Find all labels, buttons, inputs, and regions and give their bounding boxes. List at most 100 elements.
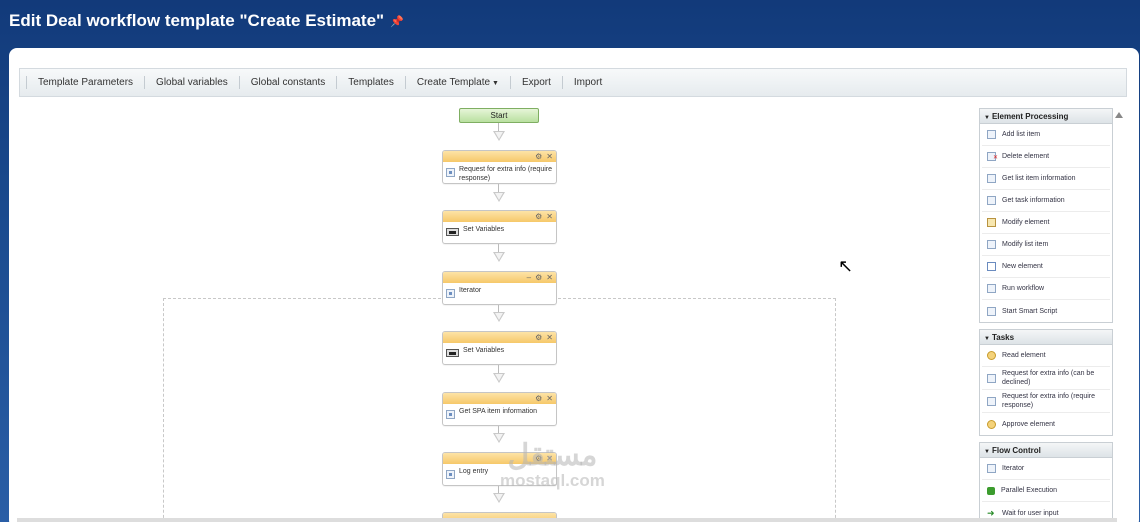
group-flow-control: ▼ Flow Control Iterator Parallel Executio… (979, 442, 1113, 522)
group-element-processing: ▼Element Processing Add list item Delete… (979, 108, 1113, 323)
workflow-block-iterator[interactable]: – ⚙ ✕ Iterator (442, 271, 557, 305)
list-icon (987, 240, 996, 249)
block-label: Set Variables (463, 226, 505, 233)
page-title-text: Edit Deal workflow template "Create Esti… (9, 11, 385, 30)
activity-item[interactable]: Get task information (982, 190, 1110, 212)
close-icon[interactable]: ✕ (546, 394, 553, 403)
arrow-down-icon (493, 192, 505, 202)
activity-item[interactable]: Run workflow (982, 278, 1110, 300)
start-node[interactable]: Start (459, 108, 539, 123)
activity-item[interactable]: Read element (982, 345, 1110, 367)
activity-item[interactable]: Request for extra info (can be declined) (982, 367, 1110, 390)
activity-item[interactable]: Start Smart Script (982, 300, 1110, 322)
arrow-right-icon: ➜ (987, 507, 995, 518)
create-template-label: Create Template (416, 77, 491, 88)
activity-item[interactable]: Delete element (982, 146, 1110, 168)
export-button[interactable]: Export (509, 76, 562, 89)
block-label: Set Variables (463, 347, 505, 354)
activity-label: Get list item information (1002, 175, 1076, 182)
activity-icon (446, 168, 455, 177)
close-icon[interactable]: ✕ (546, 333, 553, 342)
iterator-icon (446, 289, 455, 298)
activity-item[interactable]: Modify element (982, 212, 1110, 234)
edit-icon (987, 218, 996, 227)
global-constants-button[interactable]: Global constants (238, 76, 337, 89)
group-title: Element Processing (991, 112, 1069, 121)
block-label: Request for extra info (require response… (459, 166, 552, 182)
create-template-button[interactable]: Create Template ▼ (404, 76, 510, 89)
workflow-block-set-variables-2[interactable]: ⚙ ✕ Set Variables (442, 331, 557, 365)
activity-label: Parallel Execution (1001, 487, 1058, 494)
activity-label: Iterator (1002, 465, 1025, 472)
scroll-up-icon[interactable] (1115, 112, 1123, 118)
group-header[interactable]: ▼ Flow Control (980, 443, 1112, 458)
settings-icon[interactable]: ⚙ (535, 333, 542, 342)
template-parameters-button[interactable]: Template Parameters (26, 76, 144, 89)
activity-label: Modify list item (1002, 241, 1049, 248)
close-icon[interactable]: ✕ (546, 273, 553, 282)
activity-item[interactable]: Approve element (982, 413, 1110, 435)
watermark: مستقل mostaql.com (500, 440, 605, 490)
block-header: ⚙ ✕ (443, 332, 556, 343)
list-icon (987, 130, 996, 139)
arrow-down-icon (493, 373, 505, 383)
settings-icon[interactable]: ⚙ (535, 212, 542, 221)
block-label: Log entry (459, 468, 489, 475)
activity-item[interactable]: New element (982, 256, 1110, 278)
watermark-latin: mostaql.com (500, 471, 605, 490)
activity-item[interactable]: Get list item information (982, 168, 1110, 190)
activity-label: Add list item (1002, 131, 1041, 138)
arrow-down-icon (493, 312, 505, 322)
close-icon[interactable]: ✕ (546, 212, 553, 221)
group-header[interactable]: ▼ Element Processing (980, 109, 1112, 124)
activity-label: Delete element (1002, 153, 1050, 160)
caret-down-icon: ▼ (492, 80, 499, 87)
activity-icon (446, 410, 455, 419)
group-title: Flow Control (991, 446, 1041, 455)
watermark-arabic: مستقل (507, 439, 598, 472)
approve-icon (987, 419, 996, 429)
task-icon (987, 196, 996, 205)
arrow-down-icon (493, 252, 505, 262)
close-icon[interactable]: ✕ (546, 152, 553, 161)
pin-icon[interactable]: 📌 (390, 15, 404, 28)
activity-label: Request for extra info (can be declined) (1002, 370, 1095, 386)
global-variables-button[interactable]: Global variables (144, 76, 239, 89)
activity-item[interactable]: Iterator (982, 458, 1110, 480)
horizontal-scrollbar[interactable] (17, 518, 1117, 522)
block-header: ⚙ ✕ (443, 211, 556, 222)
activity-icon (446, 470, 455, 479)
activity-label: Approve element (1002, 420, 1055, 428)
delete-icon (987, 152, 998, 163)
block-header: – ⚙ ✕ (443, 272, 556, 283)
minimize-icon[interactable]: – (527, 273, 531, 282)
activity-item[interactable]: Add list item (982, 124, 1110, 146)
run-icon (987, 284, 996, 293)
activity-item[interactable]: Parallel Execution (982, 480, 1110, 502)
activity-item[interactable]: Request for extra info (require response… (982, 390, 1110, 413)
activity-item[interactable]: Modify list item (982, 234, 1110, 256)
settings-icon[interactable]: ⚙ (535, 152, 542, 161)
request-icon (987, 373, 996, 383)
import-button[interactable]: Import (561, 76, 613, 89)
new-document-icon (987, 262, 996, 271)
arrow-down-icon (493, 493, 505, 503)
workflow-block-request-extra-info[interactable]: ⚙ ✕ Request for extra info (require resp… (442, 150, 557, 184)
triangle-down-icon: ▼ (984, 449, 990, 455)
group-header[interactable]: ▼ Tasks (980, 330, 1112, 345)
mouse-cursor-icon: ↖ (838, 256, 854, 276)
activity-label: Start Smart Script (1002, 307, 1058, 315)
triangle-down-icon: ▼ (984, 115, 990, 121)
settings-icon[interactable]: ⚙ (535, 273, 542, 282)
settings-icon[interactable]: ⚙ (535, 394, 542, 403)
workflow-block-set-variables[interactable]: ⚙ ✕ Set Variables (442, 210, 557, 244)
variables-icon (446, 228, 459, 236)
block-header: ⚙ ✕ (443, 393, 556, 404)
activity-label: Read element (1002, 352, 1046, 359)
workflow-canvas[interactable]: Start ⚙ ✕ Request for extra info (requir… (9, 100, 969, 522)
activity-label: New element (1002, 263, 1043, 270)
iterator-icon (987, 464, 996, 473)
workflow-block-get-spa-item[interactable]: ⚙ ✕ Get SPA item information (442, 392, 557, 426)
page-title: Edit Deal workflow template "Create Esti… (9, 11, 404, 31)
templates-button[interactable]: Templates (336, 76, 405, 89)
